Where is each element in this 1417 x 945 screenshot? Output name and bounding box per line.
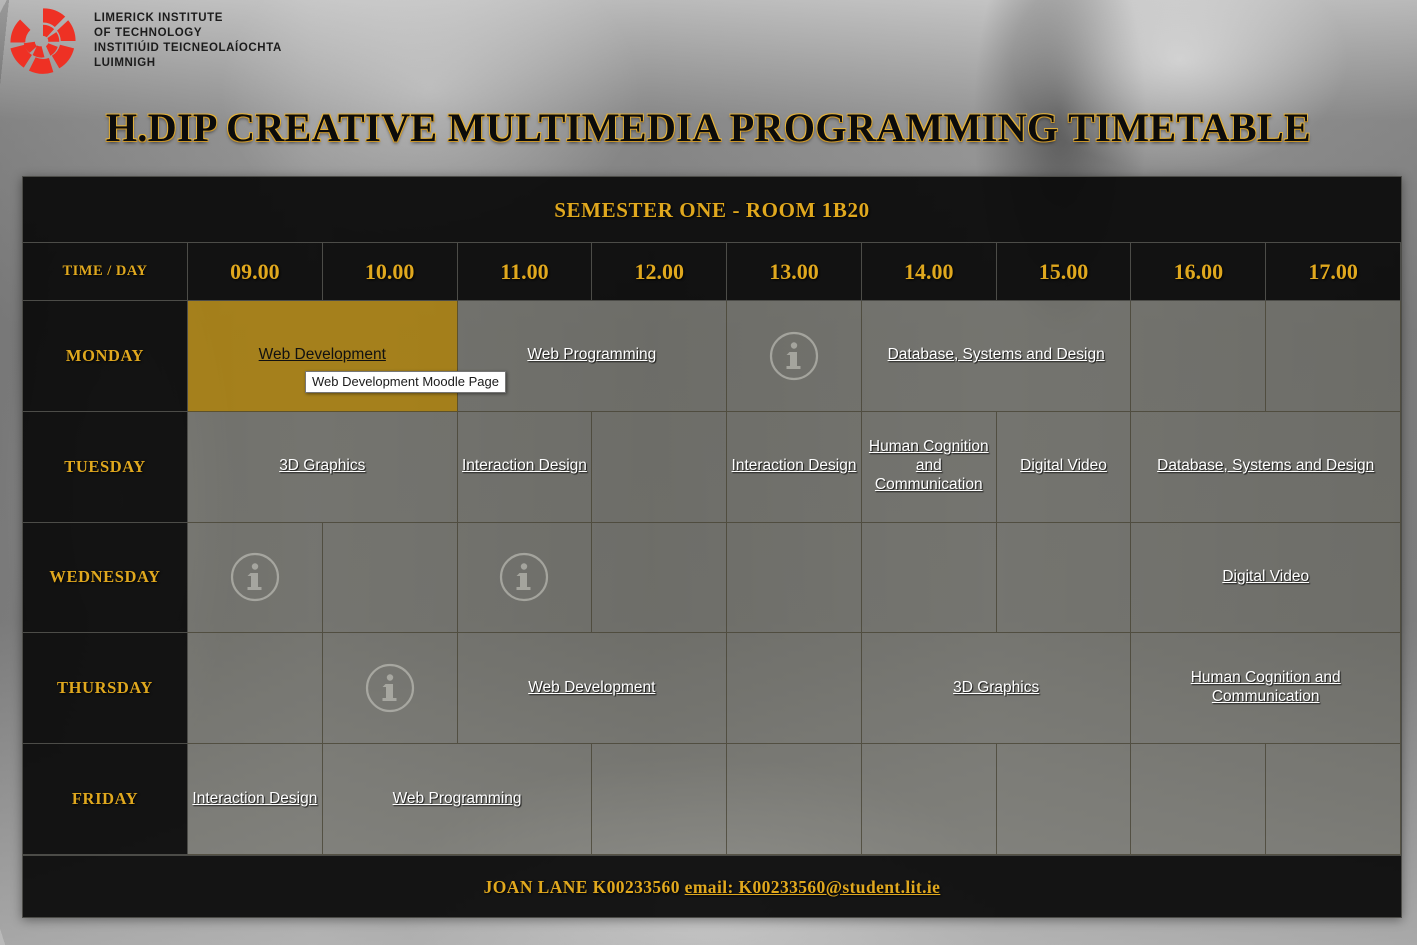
slot-thursday-0900[interactable] (188, 633, 323, 745)
module-link-database-systems-design[interactable]: Database, Systems and Design (888, 346, 1105, 365)
slot-monday-1400[interactable]: Database, Systems and Design (861, 301, 1132, 412)
slot-tuesday-1300[interactable]: Interaction Design (727, 411, 862, 523)
semester-room-band: SEMESTER ONE - ROOM 1B20 (23, 177, 1401, 243)
timetable-grid: TIME / DAY 09.00 10.00 11.00 12.00 13.00… (23, 243, 1401, 855)
header-time-1200: 12.00 (592, 243, 728, 301)
slot-tuesday-1200[interactable] (592, 411, 728, 523)
info-icon[interactable] (363, 661, 417, 715)
slot-tuesday-1100[interactable]: Interaction Design (457, 411, 593, 523)
slot-tuesday-1500[interactable]: Digital Video (996, 411, 1132, 523)
slot-thursday-1400[interactable]: 3D Graphics (861, 633, 1132, 745)
module-link-interaction-design[interactable]: Interaction Design (462, 457, 587, 476)
slot-monday-1100[interactable]: Web Programming (457, 301, 728, 412)
day-label-tuesday: TUESDAY (23, 411, 188, 523)
slot-tuesday-1600[interactable]: Database, Systems and Design (1131, 411, 1401, 523)
brand-header: LIMERICK INSTITUTE OF TECHNOLOGY INSTITI… (6, 4, 282, 78)
slot-friday-1500[interactable] (996, 744, 1132, 855)
module-link-human-cognition-communication[interactable]: Human Cognition and Communication (866, 438, 992, 495)
module-link-digital-video[interactable]: Digital Video (1222, 568, 1309, 587)
day-label-wednesday: WEDNESDAY (23, 522, 188, 634)
footer-email-link[interactable]: email: K00233560@student.lit.ie (685, 877, 941, 897)
link-tooltip: Web Development Moodle Page (305, 371, 506, 393)
module-link-database-systems-design[interactable]: Database, Systems and Design (1157, 457, 1374, 476)
module-link-web-programming[interactable]: Web Programming (393, 790, 522, 809)
slot-friday-0900[interactable]: Interaction Design (188, 744, 323, 855)
header-time-day: TIME / DAY (23, 243, 188, 301)
slot-thursday-1300[interactable] (727, 633, 862, 745)
info-icon[interactable] (497, 550, 551, 604)
slot-monday-1300[interactable] (727, 301, 862, 412)
slot-friday-1700[interactable] (1266, 744, 1401, 855)
header-time-1400: 14.00 (861, 243, 997, 301)
module-link-web-development[interactable]: Web Development (259, 346, 386, 365)
header-time-1300: 13.00 (727, 243, 862, 301)
lit-spiral-logo-icon (10, 8, 76, 74)
slot-friday-1400[interactable] (861, 744, 997, 855)
slot-friday-1000[interactable]: Web Programming (322, 744, 593, 855)
module-link-3d-graphics[interactable]: 3D Graphics (279, 457, 365, 476)
slot-monday-1600[interactable] (1131, 301, 1267, 412)
header-time-1000: 10.00 (322, 243, 458, 301)
slot-thursday-1600[interactable]: Human Cognition and Communication (1131, 633, 1401, 745)
day-label-thursday: THURSDAY (23, 633, 188, 745)
timetable-panel: SEMESTER ONE - ROOM 1B20 TIME / DAY 09.0… (22, 176, 1402, 918)
footer-student-name: JOAN LANE K00233560 (483, 877, 680, 897)
module-link-interaction-design[interactable]: Interaction Design (192, 790, 317, 809)
slot-monday-1700[interactable] (1266, 301, 1401, 412)
slot-wednesday-0900[interactable] (188, 522, 323, 634)
page-title: H.DIP CREATIVE MULTIMEDIA PROGRAMMING TI… (105, 105, 1312, 150)
slot-monday-0900[interactable]: Web Development (188, 301, 458, 412)
module-link-human-cognition-communication[interactable]: Human Cognition and Communication (1135, 669, 1396, 707)
slot-friday-1600[interactable] (1131, 744, 1267, 855)
module-link-3d-graphics[interactable]: 3D Graphics (953, 679, 1039, 698)
day-label-friday: FRIDAY (23, 744, 188, 855)
slot-wednesday-1300[interactable] (727, 522, 862, 634)
slot-wednesday-1500[interactable] (996, 522, 1132, 634)
slot-thursday-1000[interactable] (322, 633, 458, 745)
footer-band: JOAN LANE K00233560 email: K00233560@stu… (23, 855, 1401, 917)
module-link-digital-video[interactable]: Digital Video (1020, 457, 1107, 476)
header-time-1500: 15.00 (996, 243, 1132, 301)
header-time-1700: 17.00 (1266, 243, 1401, 301)
slot-tuesday-1400[interactable]: Human Cognition and Communication (861, 411, 997, 523)
module-link-web-development[interactable]: Web Development (528, 679, 655, 698)
slot-wednesday-1100[interactable] (457, 522, 593, 634)
header-time-1600: 16.00 (1131, 243, 1267, 301)
brand-name: LIMERICK INSTITUTE OF TECHNOLOGY INSTITI… (94, 11, 282, 70)
slot-tuesday-0900[interactable]: 3D Graphics (188, 411, 458, 523)
module-link-interaction-design[interactable]: Interaction Design (732, 457, 857, 476)
slot-wednesday-1200[interactable] (592, 522, 728, 634)
slot-wednesday-1000[interactable] (322, 522, 458, 634)
module-link-web-programming[interactable]: Web Programming (527, 346, 656, 365)
slot-wednesday-1600[interactable]: Digital Video (1131, 522, 1401, 634)
slot-wednesday-1400[interactable] (861, 522, 997, 634)
info-icon[interactable] (767, 329, 821, 383)
slot-friday-1300[interactable] (727, 744, 862, 855)
day-label-monday: MONDAY (23, 301, 188, 412)
header-time-1100: 11.00 (457, 243, 593, 301)
slot-thursday-1100[interactable]: Web Development (457, 633, 728, 745)
slot-friday-1200[interactable] (592, 744, 728, 855)
info-icon[interactable] (228, 550, 282, 604)
header-time-0900: 09.00 (188, 243, 323, 301)
